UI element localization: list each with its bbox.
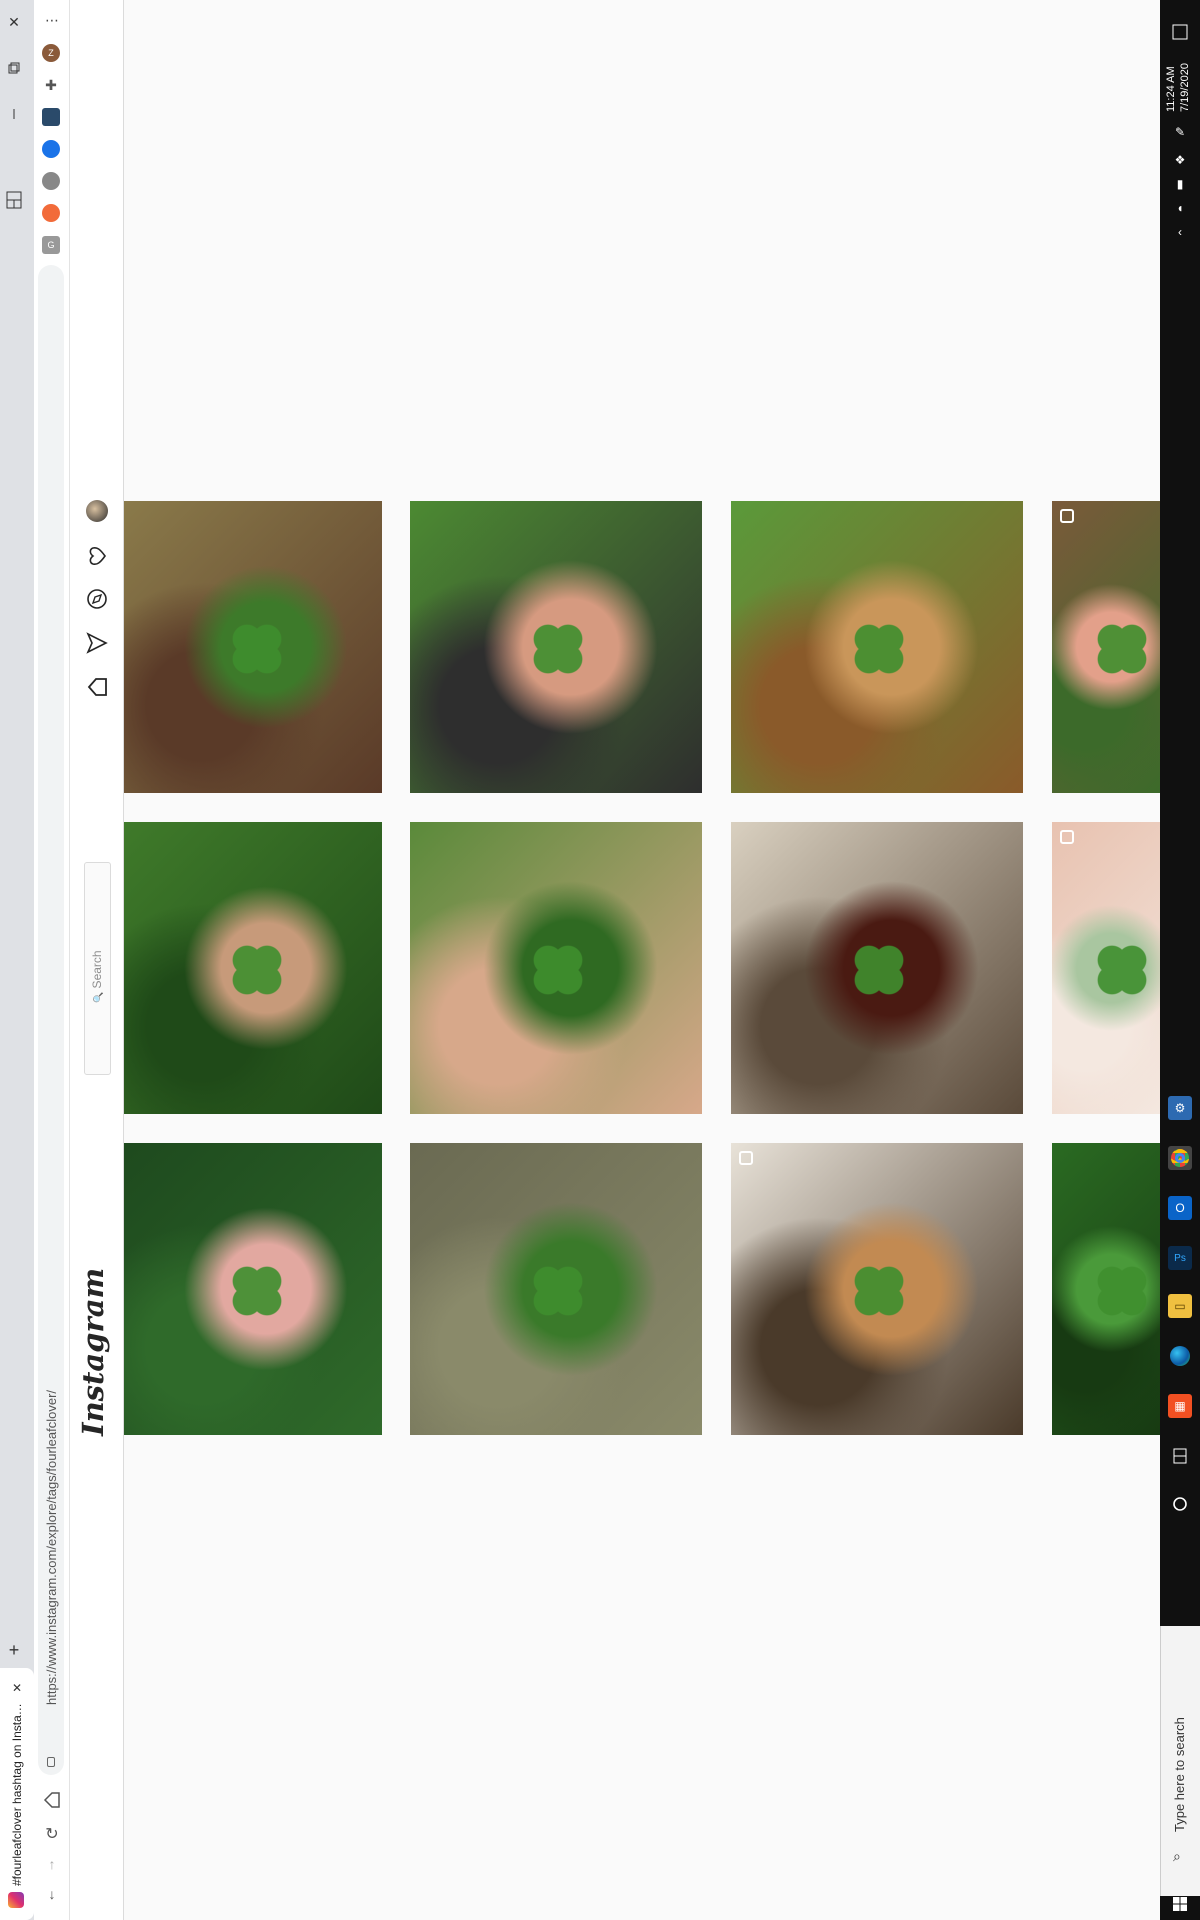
edge-app-icon[interactable] bbox=[1168, 1344, 1192, 1368]
clover-image bbox=[853, 944, 904, 995]
microsoft-store-app-icon[interactable]: ▦ bbox=[1168, 1394, 1192, 1418]
back-arrow-icon[interactable]: ↓ bbox=[42, 1886, 62, 1906]
multiple-photos-icon bbox=[1060, 509, 1074, 523]
tab-search-icon[interactable] bbox=[0, 186, 28, 214]
clover-image bbox=[532, 944, 583, 995]
file-explorer-app-icon[interactable]: ▭ bbox=[1168, 1294, 1192, 1318]
profile-avatar[interactable] bbox=[84, 498, 110, 524]
address-bar[interactable]: https://www.instagram.com/explore/tags/f… bbox=[38, 265, 64, 1775]
clover-image bbox=[232, 944, 283, 995]
profile-avatar-icon[interactable]: Z bbox=[42, 44, 60, 62]
search-icon: 🔍 bbox=[93, 991, 103, 1003]
extension-g-icon[interactable]: G bbox=[42, 236, 60, 254]
app-settings-icon[interactable]: ⚙ bbox=[1168, 1096, 1192, 1120]
clover-image bbox=[1097, 944, 1148, 995]
post-thumbnail[interactable] bbox=[731, 822, 1023, 1114]
forward-arrow-icon[interactable]: ↑ bbox=[42, 1856, 62, 1876]
browser-menu-icon[interactable]: ⋯ bbox=[40, 12, 64, 32]
clover-image bbox=[532, 623, 583, 674]
post-thumbnail[interactable] bbox=[124, 822, 382, 1114]
clover-image bbox=[232, 1265, 283, 1316]
clover-image bbox=[1097, 623, 1148, 674]
battery-icon[interactable]: ▮ bbox=[1168, 172, 1192, 196]
instagram-logo[interactable]: Instagram bbox=[76, 1268, 110, 1436]
lock-icon[interactable] bbox=[47, 1757, 55, 1767]
home-icon[interactable] bbox=[42, 1790, 62, 1810]
post-thumbnail[interactable] bbox=[1052, 822, 1160, 1114]
dropbox-icon[interactable]: ❖ bbox=[1168, 148, 1192, 172]
activity-heart-icon[interactable] bbox=[84, 543, 110, 569]
close-window-icon[interactable]: ✕ bbox=[0, 8, 28, 36]
taskbar-search-box[interactable]: Type here to search ⌕ bbox=[1160, 1626, 1200, 1896]
clover-image bbox=[1097, 1265, 1148, 1316]
search-placeholder: 🔍 Search bbox=[90, 950, 104, 1003]
taskbar-search-placeholder: Type here to search bbox=[1172, 1717, 1187, 1832]
windows-start-icon[interactable] bbox=[1168, 1892, 1192, 1916]
clover-image bbox=[853, 623, 904, 674]
clover-image bbox=[232, 623, 283, 674]
clover-image bbox=[853, 1265, 904, 1316]
extension-circle-icon[interactable] bbox=[42, 172, 60, 190]
post-thumbnail[interactable] bbox=[410, 501, 702, 793]
direct-message-icon[interactable] bbox=[84, 630, 110, 656]
clock[interactable]: 11:24 AM 7/19/2020 bbox=[1164, 63, 1192, 112]
url-text[interactable]: https://www.instagram.com/explore/tags/f… bbox=[44, 1390, 59, 1705]
show-hidden-icons-chevron-icon[interactable]: ‹ bbox=[1168, 220, 1192, 244]
restore-window-icon[interactable] bbox=[0, 54, 28, 82]
taskbar-search-icon: ⌕ bbox=[1173, 1848, 1181, 1864]
task-view-icon[interactable] bbox=[1168, 1444, 1192, 1468]
multiple-photos-icon bbox=[739, 1151, 753, 1165]
explore-compass-icon[interactable] bbox=[84, 586, 110, 612]
extension-orange-icon[interactable] bbox=[42, 204, 60, 222]
post-thumbnail[interactable] bbox=[731, 1143, 1023, 1435]
outlook-app-icon[interactable]: O bbox=[1168, 1196, 1192, 1220]
cortana-circle-icon[interactable] bbox=[1168, 1492, 1192, 1516]
post-thumbnail[interactable] bbox=[124, 501, 382, 793]
clock-date: 7/19/2020 bbox=[1179, 63, 1191, 112]
extensions-puzzle-icon[interactable]: ✚ bbox=[42, 76, 60, 94]
new-tab-button[interactable]: + bbox=[0, 1636, 28, 1664]
post-thumbnail[interactable] bbox=[731, 501, 1023, 793]
minimize-window-icon[interactable] bbox=[0, 100, 28, 128]
pen-icon[interactable]: ✎ bbox=[1168, 120, 1192, 144]
post-thumbnail[interactable] bbox=[124, 1143, 382, 1435]
active-tab[interactable]: ✕ #fourleafclover hashtag on Insta… bbox=[0, 1668, 34, 1920]
volume-icon[interactable]: ◖ bbox=[1168, 196, 1192, 220]
search-input[interactable]: 🔍 Search bbox=[84, 862, 111, 1075]
action-center-icon[interactable] bbox=[1168, 20, 1192, 44]
post-thumbnail[interactable] bbox=[1052, 1143, 1160, 1435]
multiple-photos-icon bbox=[1060, 830, 1074, 844]
instagram-favicon-icon bbox=[8, 1892, 24, 1908]
home-icon[interactable] bbox=[84, 674, 110, 700]
clover-image bbox=[532, 1265, 583, 1316]
extension-blue-icon[interactable] bbox=[42, 140, 60, 158]
post-thumbnail[interactable] bbox=[1052, 501, 1160, 793]
chrome-app-icon[interactable] bbox=[1168, 1146, 1192, 1170]
browser-tab-strip: ✕ + ✕ #fourleafclover hashtag on Insta… bbox=[0, 0, 34, 1920]
clock-time: 11:24 AM bbox=[1165, 66, 1177, 112]
tab-title: #fourleafclover hashtag on Insta… bbox=[10, 1703, 24, 1886]
post-thumbnail[interactable] bbox=[410, 822, 702, 1114]
post-thumbnail[interactable] bbox=[410, 1143, 702, 1435]
reload-icon[interactable]: ↻ bbox=[42, 1824, 62, 1844]
extension-chart-icon[interactable] bbox=[42, 108, 60, 126]
photoshop-app-icon[interactable]: Ps bbox=[1168, 1246, 1192, 1270]
